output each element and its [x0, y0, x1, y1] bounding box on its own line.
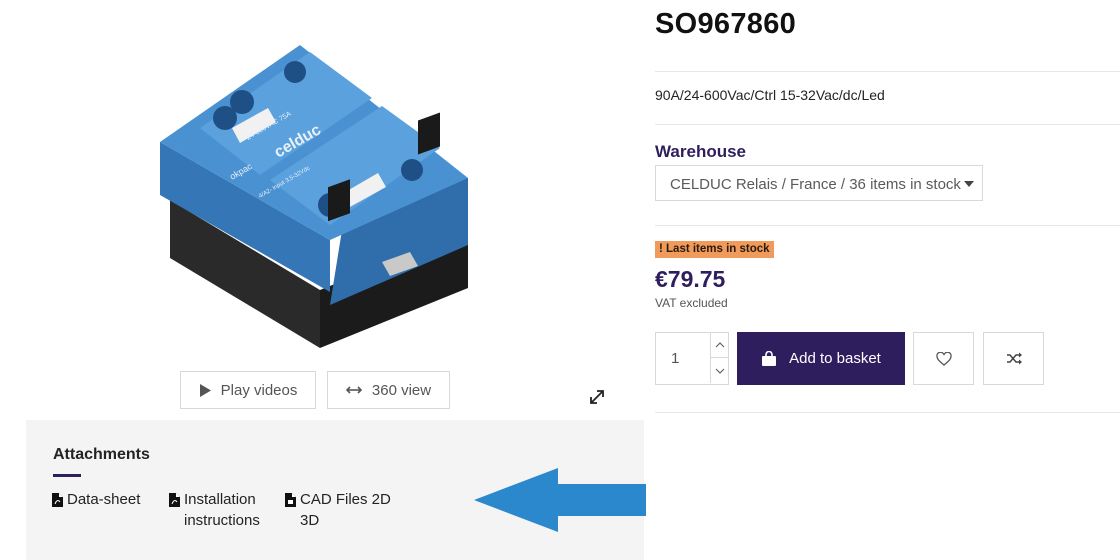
compare-button[interactable] [983, 332, 1044, 385]
add-to-wishlist-button[interactable] [913, 332, 974, 385]
play-videos-label: Play videos [220, 381, 298, 399]
quantity-decrease-button[interactable] [710, 358, 728, 383]
attachment-datasheet[interactable]: Data-sheet [52, 489, 152, 510]
pdf-icon [169, 493, 180, 507]
attachments-title: Attachments [53, 446, 150, 463]
add-to-basket-label: Add to basket [789, 350, 881, 367]
product-image: celduc okpac 24-600VAC 75A 4/A2- input 3… [160, 45, 468, 348]
warehouse-selected-value: CELDUC Relais / France / 36 items in sto… [670, 176, 961, 193]
quantity-stepper [655, 332, 729, 385]
warehouse-label: Warehouse [655, 142, 747, 161]
play-icon [199, 383, 211, 397]
quantity-input[interactable] [656, 333, 710, 384]
stock-badge: ! Last items in stock [655, 241, 774, 258]
attachments-title-underline [53, 474, 81, 477]
360-view-label: 360 view [371, 381, 432, 399]
dropdown-caret-icon [964, 181, 974, 187]
attachment-installation-instructions[interactable]: Installation instructions [169, 489, 274, 531]
heart-icon [935, 351, 952, 366]
360-view-button[interactable]: 360 view [327, 371, 450, 409]
warehouse-select[interactable]: CELDUC Relais / France / 36 items in sto… [655, 165, 983, 201]
divider [655, 71, 1120, 72]
pointer-arrow-icon [474, 468, 646, 532]
file-icon [285, 493, 296, 507]
chevron-down-icon [715, 368, 724, 374]
product-title: SO967860 [655, 8, 797, 40]
divider [655, 124, 1120, 125]
attachment-cad-files[interactable]: CAD Files 2D 3D [285, 489, 395, 531]
product-price: €79.75 [655, 266, 726, 292]
product-description: 90A/24-600Vac/Ctrl 15-32Vac/dc/Led [655, 87, 885, 103]
horizontal-arrows-icon [345, 386, 362, 394]
attachment-label: CAD Files 2D 3D [300, 491, 391, 529]
add-to-basket-button[interactable]: Add to basket [737, 332, 905, 385]
shuffle-icon [1006, 352, 1022, 365]
pdf-icon [52, 493, 63, 507]
divider [655, 412, 1120, 413]
expand-icon[interactable] [588, 388, 606, 406]
play-videos-button[interactable]: Play videos [180, 371, 316, 409]
chevron-up-icon [715, 342, 724, 348]
divider [655, 225, 1120, 226]
tax-note: VAT excluded [655, 296, 728, 310]
attachment-label: Data-sheet [67, 491, 141, 508]
product-page: celduc okpac 24-600VAC 75A 4/A2- input 3… [0, 0, 1120, 560]
attachment-label: Installation instructions [184, 491, 260, 529]
shopping-bag-icon [762, 351, 777, 366]
quantity-increase-button[interactable] [710, 333, 728, 358]
